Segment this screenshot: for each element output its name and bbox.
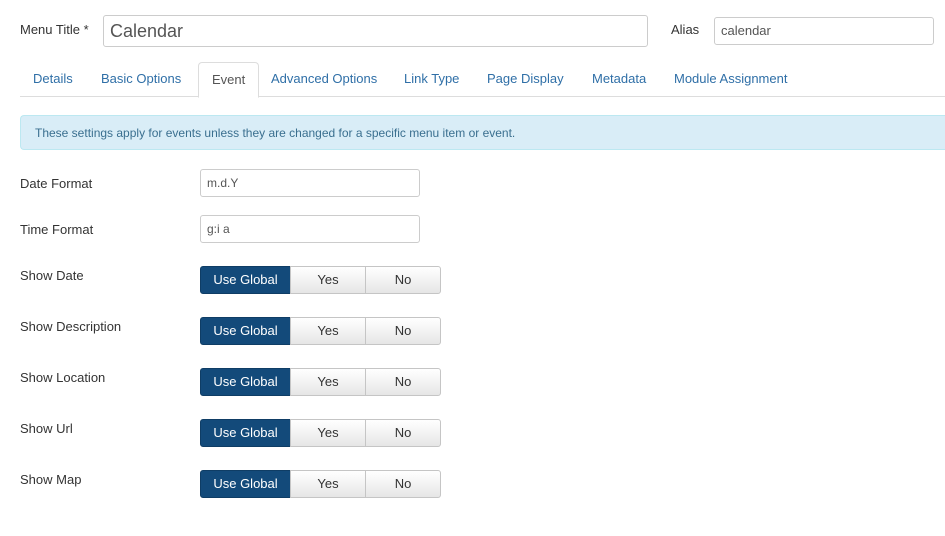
show-url-label: Show Url: [20, 421, 73, 436]
show-date-use-global-button[interactable]: Use Global: [200, 266, 291, 294]
time-format-label: Time Format: [20, 222, 94, 237]
time-format-input[interactable]: [200, 215, 420, 243]
info-alert: These settings apply for events unless t…: [20, 115, 945, 150]
tab-event[interactable]: Event: [198, 62, 260, 98]
date-format-input[interactable]: [200, 169, 420, 197]
show-date-toggle: Use Global Yes No: [200, 266, 442, 294]
tab-details[interactable]: Details: [20, 62, 86, 96]
menu-title-input[interactable]: [103, 15, 648, 47]
show-date-yes-button[interactable]: Yes: [290, 266, 366, 294]
show-location-toggle: Use Global Yes No: [200, 368, 442, 396]
show-url-toggle: Use Global Yes No: [200, 419, 442, 447]
show-map-label: Show Map: [20, 472, 82, 487]
tab-advanced-options[interactable]: Advanced Options: [258, 62, 390, 96]
tab-page-display[interactable]: Page Display: [474, 62, 577, 96]
show-description-yes-button[interactable]: Yes: [290, 317, 366, 345]
tab-module-assignment[interactable]: Module Assignment: [661, 62, 800, 96]
tab-basic-options[interactable]: Basic Options: [88, 62, 194, 96]
alias-input[interactable]: [714, 17, 934, 45]
show-description-label: Show Description: [20, 319, 122, 334]
show-map-no-button[interactable]: No: [365, 470, 441, 498]
show-location-label: Show Location: [20, 370, 106, 385]
show-date-label: Show Date: [20, 268, 84, 283]
menu-title-label: Menu Title *: [20, 22, 89, 37]
alias-label: Alias: [671, 22, 700, 37]
show-location-no-button[interactable]: No: [365, 368, 441, 396]
show-url-yes-button[interactable]: Yes: [290, 419, 366, 447]
show-description-no-button[interactable]: No: [365, 317, 441, 345]
show-location-use-global-button[interactable]: Use Global: [200, 368, 291, 396]
show-url-use-global-button[interactable]: Use Global: [200, 419, 291, 447]
show-map-toggle: Use Global Yes No: [200, 470, 442, 498]
date-format-label: Date Format: [20, 176, 93, 191]
show-url-no-button[interactable]: No: [365, 419, 441, 447]
show-description-toggle: Use Global Yes No: [200, 317, 442, 345]
show-map-use-global-button[interactable]: Use Global: [200, 470, 291, 498]
tab-link-type[interactable]: Link Type: [391, 62, 472, 96]
show-date-no-button[interactable]: No: [365, 266, 441, 294]
tab-metadata[interactable]: Metadata: [579, 62, 659, 96]
show-description-use-global-button[interactable]: Use Global: [200, 317, 291, 345]
tab-bar: Details Basic Options Event Advanced Opt…: [20, 62, 945, 98]
show-location-yes-button[interactable]: Yes: [290, 368, 366, 396]
show-map-yes-button[interactable]: Yes: [290, 470, 366, 498]
